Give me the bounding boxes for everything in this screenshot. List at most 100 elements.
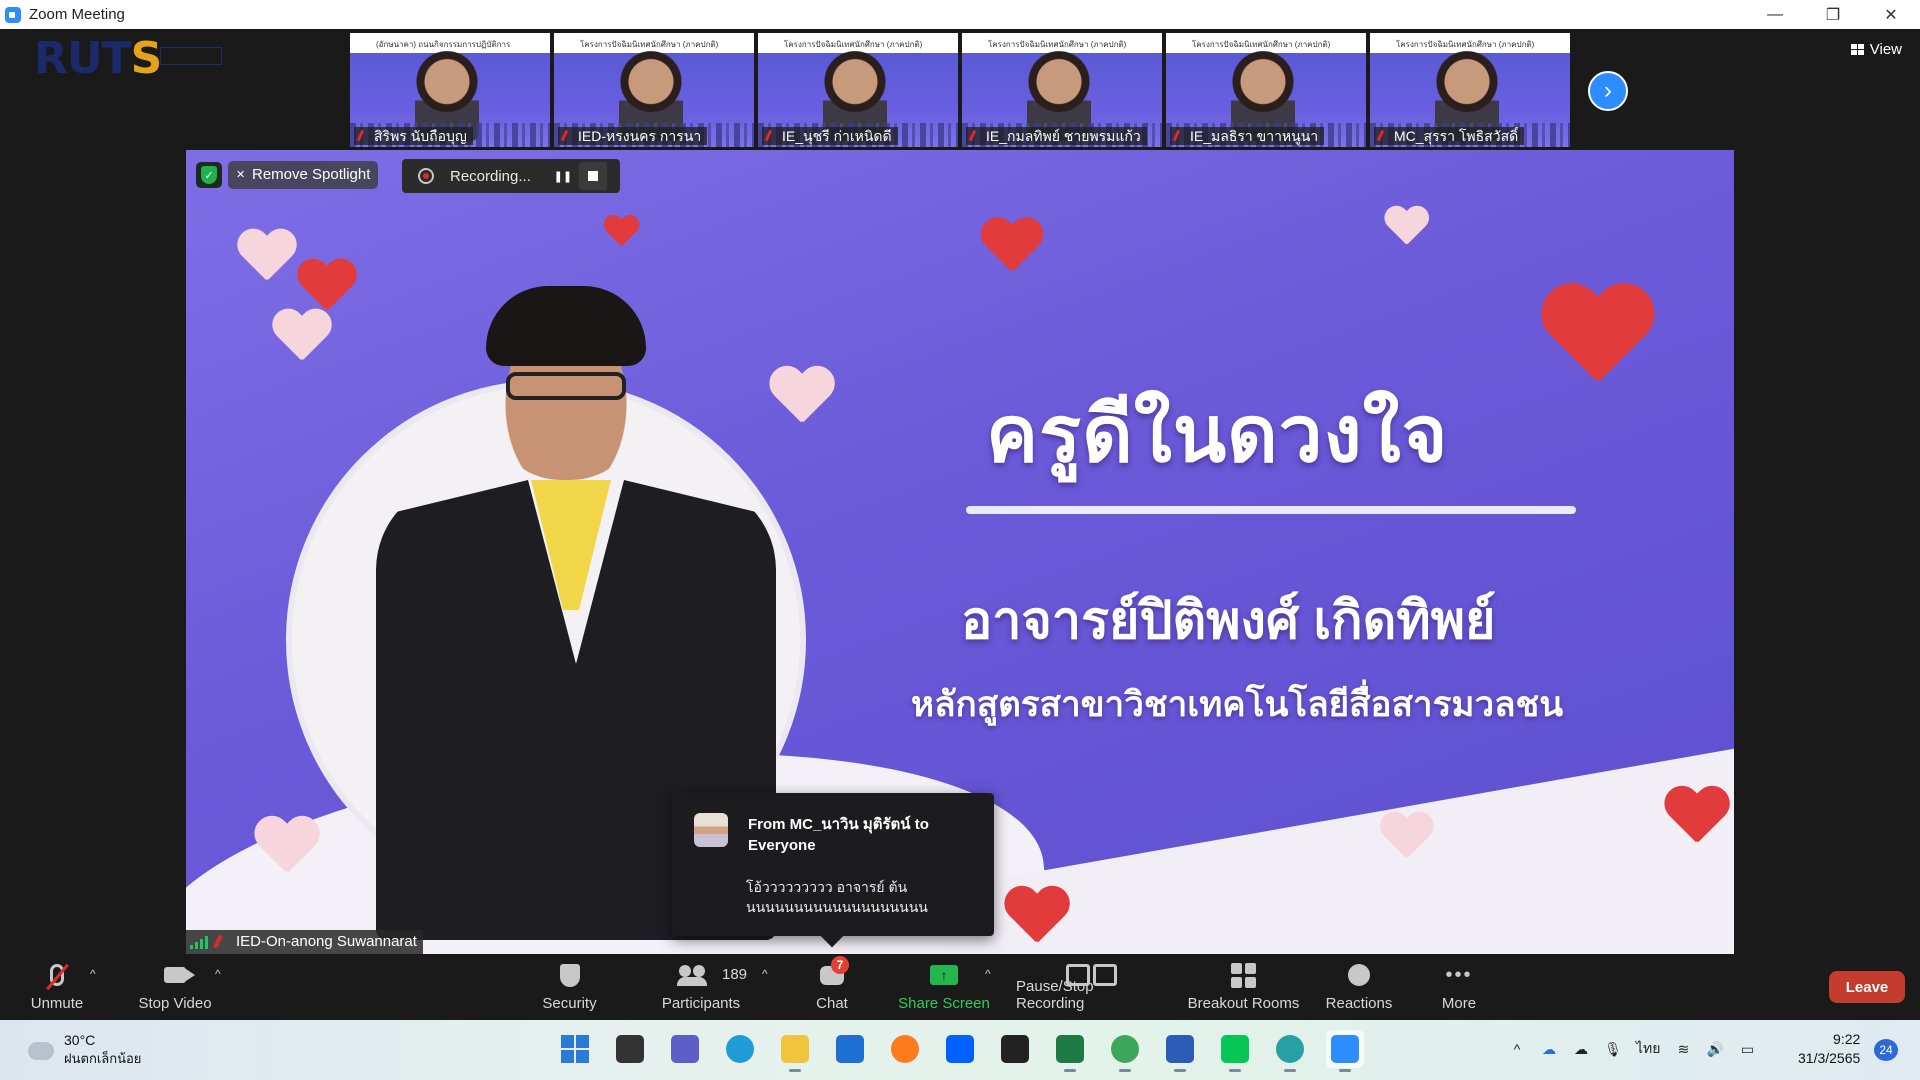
reaction-smiley-icon — [1348, 964, 1370, 986]
share-options-chevron-up-icon[interactable]: ^ — [985, 967, 991, 981]
notification-count-badge[interactable]: 24 — [1874, 1039, 1898, 1061]
microphone-icon[interactable]: 🎙 — [1604, 1041, 1622, 1057]
window-title: Zoom Meeting — [29, 6, 125, 23]
logo-subtext — [160, 47, 222, 65]
start-icon[interactable] — [556, 1030, 594, 1068]
amazon-icon[interactable] — [996, 1030, 1034, 1068]
participant-name: MC_สุรรา โพธิสวัสดิ์ — [1374, 127, 1525, 145]
chat-label: Chat — [816, 995, 848, 1012]
participant-thumbnail[interactable]: โครงการปัจฉิมนิเทศนักศึกษา (ภาคปกติ) IE_… — [1166, 33, 1366, 147]
task-view-icon[interactable] — [611, 1030, 649, 1068]
participant-name: IE_นุชรี ก่าเหนิดดี — [762, 127, 898, 145]
video-options-chevron-up-icon[interactable]: ^ — [215, 967, 221, 981]
zoom-app-icon — [5, 6, 21, 23]
leave-button[interactable]: Leave — [1829, 971, 1905, 1003]
battery-icon[interactable]: ▭ — [1738, 1041, 1756, 1057]
line-icon[interactable] — [1216, 1030, 1254, 1072]
clock-time: 9:22 — [1833, 1031, 1861, 1047]
heart-decoration — [1379, 813, 1433, 862]
dropbox-icon[interactable] — [941, 1030, 979, 1068]
participant-name: IE_มลธิรา ขาาหนูนา — [1170, 127, 1325, 145]
chat-button[interactable]: 7 Chat — [808, 955, 856, 1020]
thumbnail-banner-text: โครงการปัจฉิมนิเทศนักศึกษา (ภาคปกติ) — [1192, 40, 1331, 49]
excel-icon[interactable] — [1051, 1030, 1089, 1072]
participants-label: Participants — [661, 995, 741, 1012]
stop-video-button[interactable]: Stop Video — [130, 955, 220, 1020]
breakout-rooms-button[interactable]: Breakout Rooms — [1186, 955, 1301, 1020]
view-button[interactable]: View — [1850, 41, 1902, 58]
share-screen-label: Share Screen — [898, 995, 990, 1012]
heart-decoration — [603, 216, 639, 248]
view-label: View — [1869, 41, 1902, 58]
close-button[interactable]: ✕ — [1862, 0, 1920, 29]
file-explorer-icon[interactable] — [776, 1030, 814, 1072]
remove-spotlight-button[interactable]: Remove Spotlight — [228, 161, 379, 189]
restore-button[interactable]: ❐ — [1804, 0, 1862, 29]
recording-status: Recording... — [450, 167, 531, 185]
encryption-shield-icon[interactable]: ✓ — [196, 162, 222, 188]
firefox-icon[interactable] — [886, 1030, 924, 1068]
more-button[interactable]: ••• More — [1437, 955, 1481, 1020]
weather-widget[interactable]: 30°C ฝนตกเล็กน้อย — [28, 1032, 141, 1069]
pause-recording-icon[interactable]: ❚❚ — [549, 162, 577, 190]
chat-message: โอ้ววววววววว อาจารย์ ต้นนนนนนนนนนนนนนนนน… — [746, 879, 928, 915]
word-icon[interactable] — [1161, 1030, 1199, 1072]
record-icon — [418, 168, 434, 184]
weather-temperature: 30°C — [64, 1032, 96, 1048]
heart-decoration — [236, 230, 296, 284]
stop-recording-icon[interactable] — [578, 162, 607, 190]
audio-options-chevron-up-icon[interactable]: ^ — [90, 967, 96, 981]
teams-chat-icon[interactable] — [666, 1030, 704, 1068]
participant-thumbnail[interactable]: โครงการปัจฉิมนิเทศนักศึกษา (ภาคปกติ) MC_… — [1370, 33, 1570, 147]
reactions-label: Reactions — [1325, 995, 1393, 1012]
thumbnail-banner-text: โครงการปัจฉิมนิเทศนักศึกษา (ภาคปกติ) — [580, 40, 719, 49]
edge-beta-icon[interactable] — [1271, 1030, 1309, 1072]
pause-stop-recording-button[interactable]: Pause/Stop Recording — [1016, 955, 1166, 1020]
unmute-button[interactable]: Unmute — [20, 955, 94, 1020]
meeting-toolbar: Unmute ^ Stop Video ^ Security 189 Parti… — [0, 955, 1920, 1020]
participant-thumbnail[interactable]: โครงการปัจฉิมนิเทศนักศึกษา (ภาคปกติ) IE_… — [758, 33, 958, 147]
heart-decoration — [1663, 787, 1729, 846]
edge-icon[interactable] — [721, 1030, 759, 1068]
chrome-icon[interactable] — [1106, 1030, 1144, 1072]
thumbnail-banner-text: โครงการปัจฉิมนิเทศนักศึกษา (ภาคปกติ) — [1396, 40, 1535, 49]
chevron-up-icon[interactable]: ^ — [1508, 1041, 1526, 1057]
thumbnail-banner-text: (อักษนาคา) ถนนกิจกรรมการปฏิบัติการ — [376, 40, 511, 49]
participant-thumbnail[interactable]: (อักษนาคา) ถนนกิจกรรมการปฏิบัติการ สิริพ… — [350, 33, 550, 147]
video-camera-icon — [164, 967, 195, 983]
participant-thumbnail[interactable]: โครงการปัจฉิมนิเทศนักศึกษา (ภาคปกติ) IED… — [554, 33, 754, 147]
mail-icon[interactable] — [831, 1030, 869, 1068]
breakout-rooms-label: Breakout Rooms — [1187, 995, 1300, 1012]
heart-decoration — [271, 310, 331, 364]
taskbar-clock[interactable]: 9:22 31/3/2565 — [1798, 1030, 1860, 1068]
security-button[interactable]: Security — [537, 955, 602, 1020]
window-title-bar: Zoom Meeting — ❐ ✕ — [0, 0, 1920, 29]
participants-icon — [677, 965, 707, 986]
participant-name: IED-หรงนคร การนา — [558, 127, 708, 145]
participant-thumbnail[interactable]: โครงการปัจฉิมนิเทศนักศึกษา (ภาคปกติ) IE_… — [962, 33, 1162, 147]
reactions-button[interactable]: Reactions — [1325, 955, 1393, 1020]
minimize-button[interactable]: — — [1746, 0, 1804, 29]
chat-sender: From MC_นาวิน มุติรัตน์ to Everyone — [748, 816, 929, 854]
share-screen-button[interactable]: ↑ Share Screen — [897, 955, 991, 1020]
heart-decoration — [296, 260, 356, 314]
onedrive-cloud-icon[interactable]: ☁ — [1540, 1041, 1558, 1057]
participants-options-chevron-up-icon[interactable]: ^ — [762, 967, 768, 981]
more-label: More — [1441, 995, 1477, 1012]
slide-divider — [966, 506, 1576, 514]
input-language[interactable]: ไทย — [1636, 1038, 1660, 1060]
participants-button[interactable]: 189 Participants — [656, 955, 747, 1020]
breakout-rooms-icon — [1231, 962, 1256, 988]
stop-video-label: Stop Video — [138, 995, 212, 1012]
participant-name: IE_กมลทิพย์ ชายพรมแก้ว — [966, 127, 1147, 145]
zoom-icon[interactable] — [1326, 1030, 1364, 1072]
cloud-icon[interactable]: ☁ — [1572, 1041, 1590, 1057]
heart-decoration — [1003, 887, 1069, 946]
unmute-label: Unmute — [30, 995, 84, 1012]
wifi-icon[interactable]: ≋ — [1674, 1041, 1692, 1057]
next-page-arrow-icon[interactable]: › — [1588, 71, 1628, 111]
rmuts-logo: RUTS — [34, 33, 162, 84]
chat-notification-popup[interactable]: From MC_นาวิน มุติรัตน์ to Everyone โอ้ว… — [672, 793, 994, 936]
volume-icon[interactable]: 🔊 — [1706, 1041, 1724, 1057]
active-speaker-label: IED-On-anong Suwannarat — [186, 930, 423, 954]
